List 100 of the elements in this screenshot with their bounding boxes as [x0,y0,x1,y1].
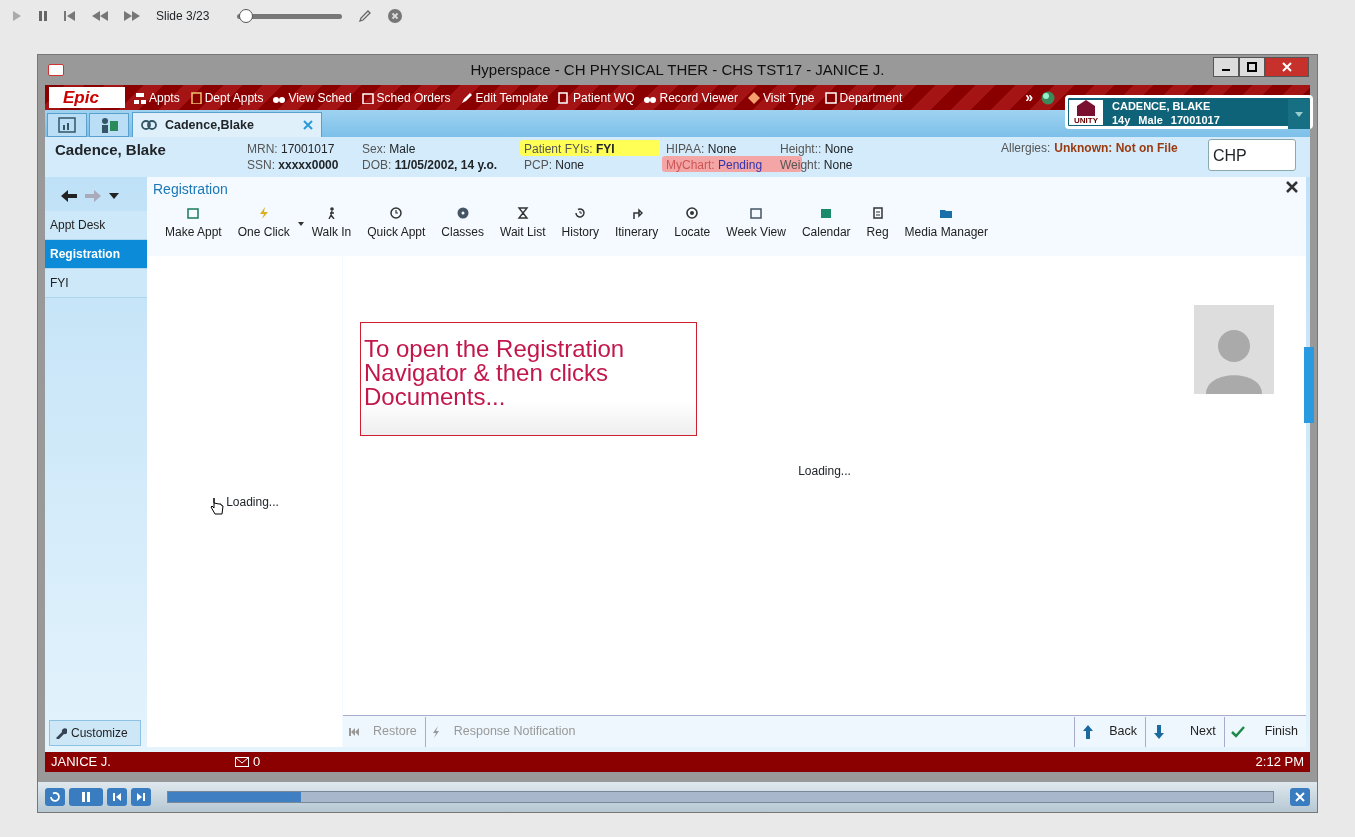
pencil-icon[interactable] [358,9,373,23]
close-icon[interactable] [1265,57,1309,77]
folder-icon [940,207,953,219]
caret-icon[interactable] [109,193,119,199]
wrench-icon [55,727,67,739]
toolbar-button[interactable]: Media Manager [896,202,996,248]
patient-tab[interactable]: Cadence,Blake [132,112,322,137]
menu-item[interactable]: Sched Orders [356,88,456,107]
patient-field: MRN: 17001017 [243,140,339,156]
org-chart-icon [134,91,146,104]
tab[interactable] [89,113,129,137]
patient-sex: Male [1138,113,1163,127]
history-icon [574,207,587,219]
minimize-icon[interactable] [1213,57,1239,77]
skip-back-icon [349,727,359,736]
hourglass-icon [516,207,529,219]
toolbar-button[interactable]: Wait List [492,202,554,248]
nav-item[interactable]: FYI [45,269,147,298]
fast-forward-icon[interactable] [124,11,140,21]
hand-cursor-icon [210,496,225,515]
finish-button[interactable]: Finish [1256,722,1306,741]
tab-label: Cadence,Blake [165,116,254,134]
diamond-icon [747,91,760,104]
toolbar-button[interactable]: Calendar [793,202,859,248]
tab[interactable] [47,113,87,137]
back-arrow-icon[interactable] [61,190,77,202]
patient-mrn: 17001017 [1170,113,1220,127]
patient-field: PCP: None [520,156,589,172]
menu-item[interactable]: View Sched [268,88,357,107]
pencil-icon [460,91,473,104]
patient-header-name: Cadence, Blake [54,140,167,160]
mail-count: 0 [252,753,261,772]
toolbar-button[interactable]: Quick Appt [359,202,434,248]
department-field[interactable]: CHP [1208,139,1296,171]
link-icon [141,120,157,130]
maximize-icon[interactable] [1239,57,1265,77]
toolbar-button[interactable]: Itinerary [606,202,667,248]
target-icon [686,207,699,219]
clock-time: 2:12 PM [1255,753,1304,772]
pause-icon[interactable] [69,788,103,806]
toolbar-button[interactable]: Week View [718,202,794,248]
more-menu-button[interactable]: » [1025,87,1033,108]
document-icon [558,91,571,104]
progress-track[interactable] [167,791,1274,803]
calendar-person-icon [100,117,118,133]
patient-field: HIPAA: None [662,140,741,156]
epic-menu-logo[interactable]: Epic [49,87,125,108]
patient-field: Height:: None [776,140,858,156]
clock-icon [390,207,403,219]
mail-icon [234,757,249,767]
toolbar-button[interactable]: Make Appt [157,202,230,248]
patient-age: 14y [1112,113,1131,127]
house-icon [1077,100,1095,116]
activity-title: Registration [152,180,229,199]
toolbar-button[interactable]: History [553,202,607,248]
patient-card[interactable]: UNITY CADENCE, BLAKE 14y Male 17001017 [1065,95,1313,129]
chart-icon [58,117,76,133]
unity-logo-text: UNITY [1074,116,1098,125]
menu-item[interactable]: Dept Appts [184,88,269,107]
menu-item[interactable]: Patient WQ [553,88,640,107]
patient-name: CADENCE, BLAKE [1112,99,1212,113]
replay-icon[interactable] [45,788,65,806]
menu-item[interactable]: Visit Type [742,88,820,107]
next-button[interactable]: Next [1181,722,1224,741]
skip-forward-icon[interactable] [131,788,151,806]
patient-field: Weight: None [776,156,857,172]
user-name: JANICE J. [51,753,111,772]
slide-counter: Slide 3/23 [156,8,210,25]
toolbar-button[interactable]: Classes [433,202,492,248]
menu-item[interactable]: Appts [129,88,185,107]
toolbar-button[interactable]: Locate [666,202,719,248]
toolbar-button[interactable]: Reg [858,202,897,248]
nav-item[interactable]: Registration [45,240,147,269]
window-title: Hyperspace - CH PHYSICAL THER - CHS TST17 - JANICE J. [470,59,885,80]
allergies-label: Allergies: [1001,140,1051,157]
skip-back-icon[interactable] [64,11,76,21]
menu-item[interactable]: Department [819,88,908,107]
side-panel-handle[interactable] [1304,347,1314,423]
allergies-value: Unknown: Not on File [1054,140,1178,157]
patient-field: DOB: 11/05/2002, 14 y.o. [358,156,502,172]
rewind-icon[interactable] [92,11,108,21]
close-icon[interactable] [1286,181,1298,193]
loading-text: Loading... [798,462,851,480]
menu-item[interactable]: Record Viewer [639,88,743,107]
toolbar-button[interactable]: One Click [229,202,298,248]
checkmark-icon[interactable] [1230,725,1245,738]
disc-icon [456,207,469,219]
dropdown-caret-icon[interactable] [297,222,304,226]
customize-button[interactable]: Customize [49,720,141,746]
clipboard-icon [189,91,202,104]
up-arrow-icon[interactable] [1083,724,1094,739]
down-arrow-icon[interactable] [1153,724,1164,739]
menu-item[interactable]: Edit Template [455,88,554,107]
skip-back-icon[interactable] [107,788,127,806]
toolbar-button[interactable]: Walk In [303,202,360,248]
nav-item[interactable]: Appt Desk [45,211,147,240]
back-button[interactable]: Back [1101,722,1145,741]
patient-field: SSN: xxxxx0000 [243,156,343,172]
lightning-icon [431,725,440,738]
pause-icon[interactable] [38,10,48,22]
